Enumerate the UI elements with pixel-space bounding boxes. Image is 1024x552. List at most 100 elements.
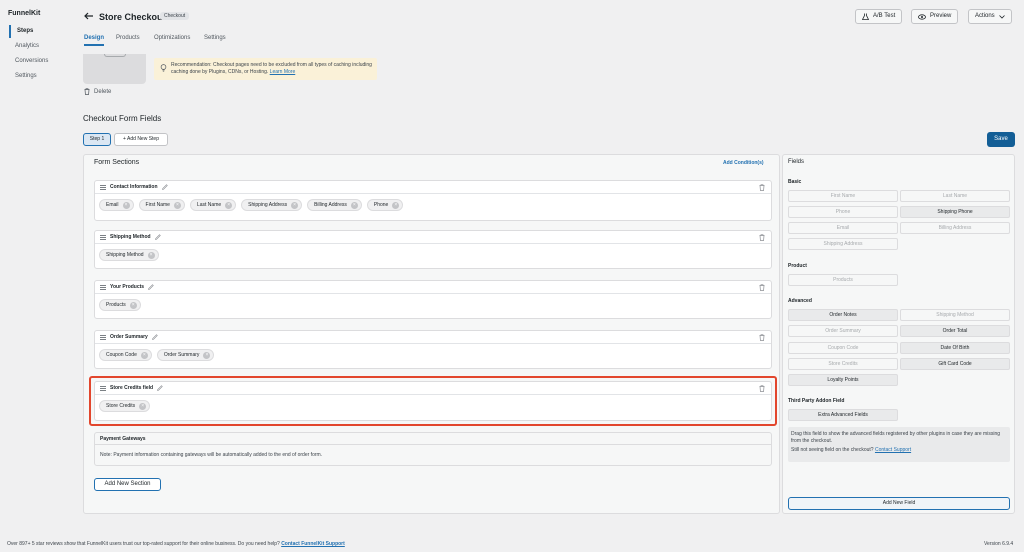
add-new-step-button[interactable]: + Add New Step (114, 133, 168, 146)
pencil-icon[interactable] (161, 184, 168, 190)
field-last-name[interactable]: Last Name (900, 190, 1010, 202)
back-arrow-icon[interactable] (84, 11, 94, 21)
field-loyalty-points[interactable]: Loyalty Points (788, 374, 898, 386)
ab-test-label: A/B Test (873, 13, 896, 19)
field-first-name[interactable]: First Name (788, 190, 898, 202)
chip-label: Billing Address (314, 202, 347, 208)
pencil-icon[interactable] (154, 234, 161, 240)
chip-label: Products (106, 302, 126, 308)
sidebar-item-steps[interactable]: Steps (9, 25, 64, 38)
tab-optimizations[interactable]: Optimizations (154, 35, 190, 41)
trash-icon[interactable] (759, 284, 765, 291)
payment-gateways-note: Note: Payment information containing gat… (100, 452, 323, 458)
field-coupon-code[interactable]: Coupon Code (788, 342, 898, 354)
field-date-of-birth[interactable]: Date Of Birth (900, 342, 1010, 354)
delete-template-button[interactable]: Delete (84, 88, 111, 95)
section-contact-information[interactable]: Contact Information Email × First Name × L… (94, 180, 772, 221)
step-1-tab[interactable]: Step 1 (83, 133, 111, 146)
preview-button[interactable]: Preview (911, 9, 959, 24)
tab-design[interactable]: Design (84, 35, 105, 46)
payment-gateways-title: Payment Gateways (95, 433, 771, 445)
field-order-summary[interactable]: Order Summary (788, 325, 898, 337)
section-shipping-method[interactable]: Shipping Method Shipping Method × (94, 230, 772, 269)
actions-label: Actions (975, 13, 995, 19)
remove-icon[interactable]: × (225, 201, 233, 209)
remove-icon[interactable]: × (392, 201, 400, 209)
section-title: Shipping Method (110, 234, 151, 240)
chip-label: Shipping Method (106, 252, 144, 258)
field-phone[interactable]: Phone (788, 206, 898, 218)
field-chip[interactable]: Order Summary × (156, 349, 215, 361)
trash-icon[interactable] (759, 334, 765, 341)
remove-icon[interactable]: × (173, 201, 181, 209)
third-party-group-label: Third Party Addon Field (788, 398, 845, 404)
drag-handle-icon[interactable] (100, 184, 106, 190)
field-products[interactable]: Products (788, 274, 898, 286)
chip-label: Email (106, 202, 119, 208)
field-shipping-method[interactable]: Shipping Method (900, 309, 1010, 321)
field-chip[interactable]: Coupon Code × (99, 349, 152, 361)
field-chip[interactable]: Billing Address × (307, 199, 362, 211)
field-order-notes[interactable]: Order Notes (788, 309, 898, 321)
save-button[interactable]: Save (987, 132, 1015, 147)
field-gift-card-code[interactable]: Gift Card Code (900, 358, 1010, 370)
contact-support-link[interactable]: Contact Support (875, 447, 911, 453)
drag-note: Drag this field to show the advanced fie… (788, 427, 1010, 462)
remove-icon[interactable]: × (350, 201, 358, 209)
field-order-total[interactable]: Order Total (900, 325, 1010, 337)
chip-label: Order Summary (163, 352, 200, 358)
field-chip[interactable]: Shipping Method × (99, 249, 159, 261)
step-type-badge: Checkout (160, 12, 190, 20)
field-email[interactable]: Email (788, 222, 898, 234)
delete-label: Delete (94, 88, 112, 95)
sidebar-item-conversions[interactable]: Conversions (9, 55, 64, 68)
remove-icon[interactable]: × (140, 351, 148, 359)
remove-icon[interactable]: × (129, 301, 137, 309)
template-thumbnail[interactable] (83, 54, 146, 84)
field-shipping-address[interactable]: Shipping Address (788, 238, 898, 250)
drag-handle-icon[interactable] (100, 234, 106, 240)
highlight-box (89, 376, 777, 426)
form-sections-title: Form Sections (94, 159, 140, 166)
pencil-icon[interactable] (148, 284, 154, 290)
chip-label: Last Name (196, 202, 222, 208)
tab-products[interactable]: Products (116, 35, 140, 41)
field-extra-advanced-fields[interactable]: Extra Advanced Fields (788, 409, 898, 421)
chevron-down-icon (998, 14, 1005, 19)
field-chip[interactable]: Shipping Address × (241, 199, 303, 211)
sidebar-item-settings[interactable]: Settings (9, 70, 64, 83)
add-new-section-button[interactable]: Add New Section (94, 478, 161, 491)
contact-funnelkit-support-link[interactable]: Contact FunnelKit Support (281, 541, 345, 547)
field-store-credits[interactable]: Store Credits (788, 358, 898, 370)
sidebar-item-analytics[interactable]: Analytics (9, 40, 64, 53)
learn-more-link[interactable]: Learn More (270, 69, 296, 75)
add-new-field-button[interactable]: Add New Field (788, 497, 1010, 510)
trash-icon[interactable] (759, 184, 765, 191)
actions-dropdown[interactable]: Actions (968, 9, 1012, 24)
chip-label: Phone (373, 202, 389, 208)
ab-test-button[interactable]: A/B Test (855, 9, 903, 24)
footer-text: Over 897+ 5 star reviews show that Funne… (7, 541, 345, 547)
drag-handle-icon[interactable] (100, 284, 106, 290)
pencil-icon[interactable] (151, 334, 158, 340)
section-order-summary[interactable]: Order Summary Coupon Code × Order Summary… (94, 330, 772, 369)
field-shipping-phone[interactable]: Shipping Phone (900, 206, 1010, 218)
sidebar: FunnelKit Steps Analytics Conversions Se… (0, 0, 72, 552)
remove-icon[interactable]: × (291, 201, 299, 209)
trash-icon[interactable] (759, 234, 765, 241)
version-label: Version 6.9.4 (984, 541, 1014, 547)
remove-icon[interactable]: × (122, 201, 130, 209)
field-chip[interactable]: First Name × (138, 199, 185, 211)
field-chip[interactable]: Products × (99, 299, 141, 311)
remove-icon[interactable]: × (203, 351, 211, 359)
add-conditions-link[interactable]: Add Condition(s) (723, 160, 764, 166)
remove-icon[interactable]: × (147, 251, 155, 259)
section-your-products[interactable]: Your Products Products × (94, 280, 772, 319)
field-billing-address[interactable]: Billing Address (900, 222, 1010, 234)
field-chip[interactable]: Last Name × (189, 199, 237, 211)
field-chip[interactable]: Phone × (366, 199, 404, 211)
basic-group-label: Basic (788, 179, 802, 185)
field-chip[interactable]: Email × (99, 199, 134, 211)
tab-settings[interactable]: Settings (204, 35, 226, 41)
drag-handle-icon[interactable] (100, 334, 106, 340)
